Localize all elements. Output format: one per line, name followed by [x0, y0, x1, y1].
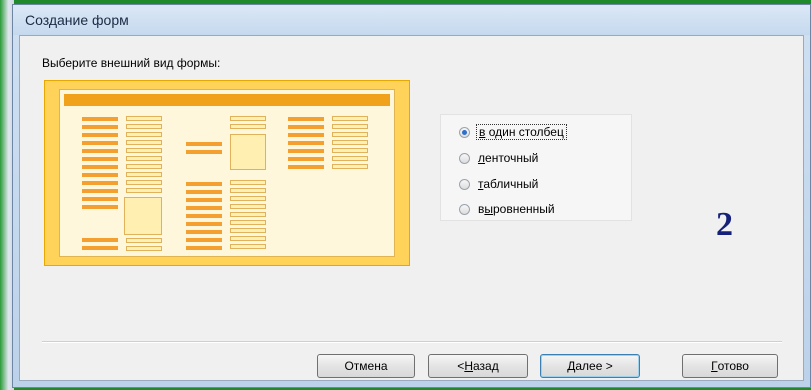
preview-field — [230, 244, 266, 249]
window-title: Создание форм — [25, 12, 129, 28]
preview-label — [82, 117, 118, 121]
preview-header-bar — [64, 94, 390, 106]
cancel-button[interactable]: Отмена — [317, 354, 415, 378]
preview-field — [332, 156, 368, 161]
preview-label — [288, 125, 324, 129]
preview-field — [230, 220, 266, 225]
preview-label — [82, 173, 118, 177]
preview-label — [186, 150, 222, 154]
preview-label — [288, 165, 324, 169]
preview-label — [82, 149, 118, 153]
preview-field — [332, 132, 368, 137]
preview-label — [186, 222, 222, 226]
title-bar[interactable]: Создание форм — [13, 5, 810, 35]
preview-field — [126, 132, 162, 137]
preview-field — [126, 148, 162, 153]
preview-label — [82, 165, 118, 169]
preview-label — [288, 141, 324, 145]
preview-label — [82, 197, 118, 201]
preview-label — [186, 246, 222, 250]
preview-field — [332, 124, 368, 129]
button-divider — [42, 341, 782, 343]
preview-label — [82, 181, 118, 185]
preview-label — [186, 190, 222, 194]
option-label: табличный — [478, 177, 539, 191]
finish-button[interactable]: Готово — [682, 354, 778, 378]
preview-canvas — [59, 89, 395, 257]
preview-label — [82, 205, 118, 209]
preview-field — [332, 140, 368, 145]
preview-label — [288, 157, 324, 161]
preview-field — [230, 228, 266, 233]
option-label: выровненный — [478, 202, 555, 216]
preview-label — [186, 182, 222, 186]
preview-label — [82, 189, 118, 193]
back-button[interactable]: < Назад — [428, 354, 528, 378]
preview-label — [82, 238, 118, 242]
layout-prompt: Выберите внешний вид формы: — [42, 56, 221, 70]
preview-label — [186, 214, 222, 218]
option-columnar[interactable]: в один столбец — [459, 123, 567, 141]
preview-field — [126, 246, 162, 251]
layout-option-group: в один столбец ленточный табличный выров… — [440, 114, 632, 221]
preview-field — [230, 236, 266, 241]
preview-field — [126, 172, 162, 177]
preview-label — [186, 206, 222, 210]
preview-label — [288, 133, 324, 137]
preview-label — [186, 230, 222, 234]
preview-field — [126, 188, 162, 193]
wizard-content: Выберите внешний вид формы: в один столб… — [19, 35, 804, 381]
preview-label — [82, 246, 118, 250]
option-label: в один столбец — [476, 124, 567, 140]
form-wizard-window: Создание форм Выберите внешний вид формы… — [12, 4, 811, 388]
preview-field — [332, 116, 368, 121]
next-button[interactable]: Далее > — [540, 354, 640, 378]
option-tabular-ribbon[interactable]: ленточный — [459, 149, 540, 167]
preview-label — [186, 238, 222, 242]
preview-label — [82, 141, 118, 145]
preview-label — [186, 142, 222, 146]
preview-field — [126, 238, 162, 243]
option-label: ленточный — [478, 151, 539, 165]
preview-field — [230, 212, 266, 217]
radio-icon[interactable] — [459, 152, 470, 164]
radio-checked-icon[interactable] — [459, 126, 470, 138]
preview-label — [82, 157, 118, 161]
preview-field — [126, 156, 162, 161]
preview-field — [230, 196, 266, 201]
radio-icon[interactable] — [459, 203, 470, 215]
preview-label — [82, 125, 118, 129]
slide-annotation-number: 2 — [716, 206, 733, 243]
option-datasheet[interactable]: табличный — [459, 175, 540, 193]
preview-label — [288, 117, 324, 121]
radio-icon[interactable] — [459, 178, 470, 190]
preview-memo-field — [230, 134, 266, 170]
preview-field — [126, 164, 162, 169]
option-justified[interactable]: выровненный — [459, 200, 557, 218]
preview-field — [230, 116, 266, 121]
preview-field — [332, 148, 368, 153]
preview-field — [126, 124, 162, 129]
preview-field — [126, 180, 162, 185]
preview-field — [126, 116, 162, 121]
preview-label — [82, 133, 118, 137]
layout-preview — [44, 80, 410, 266]
preview-label — [186, 198, 222, 202]
preview-memo-field — [124, 197, 162, 235]
preview-field — [230, 204, 266, 209]
preview-field — [332, 164, 368, 169]
preview-label — [288, 149, 324, 153]
preview-field — [230, 124, 266, 129]
preview-field — [126, 140, 162, 145]
preview-field — [230, 180, 266, 185]
preview-field — [230, 188, 266, 193]
